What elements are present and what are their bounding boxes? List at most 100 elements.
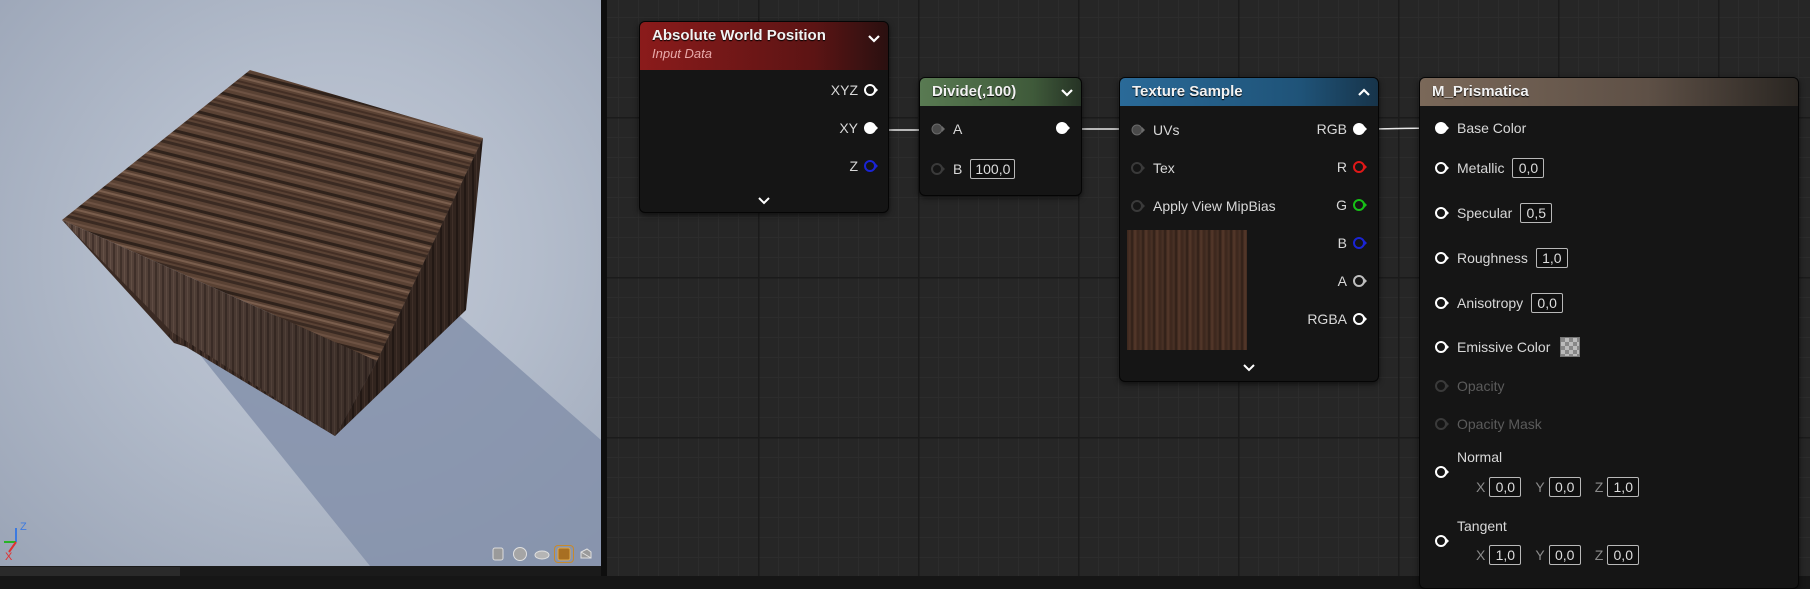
input-opacity: Opacity xyxy=(1435,378,1504,394)
green-channel-pin-icon[interactable] xyxy=(1353,198,1367,212)
viewport-tab[interactable] xyxy=(0,567,180,576)
node-header[interactable]: Texture Sample xyxy=(1120,78,1378,106)
input-pin-icon[interactable] xyxy=(1435,206,1449,220)
normal-y-field[interactable]: 0,0 xyxy=(1548,477,1581,497)
input-base-color[interactable]: Base Color xyxy=(1435,120,1526,136)
blue-channel-pin-icon[interactable] xyxy=(1353,236,1367,250)
output-pin-icon[interactable] xyxy=(1056,121,1070,135)
pin-label: Apply View MipBias xyxy=(1153,198,1276,214)
red-channel-pin-icon[interactable] xyxy=(1353,160,1367,174)
tangent-vector-fields: X 1,0 Y 0,0 Z 0,0 xyxy=(1476,545,1640,565)
expand-chevron-icon[interactable] xyxy=(756,195,772,207)
rgb-pin-icon[interactable] xyxy=(1353,122,1367,136)
input-pin-icon[interactable] xyxy=(1131,199,1145,213)
input-pin-icon[interactable] xyxy=(1435,161,1449,175)
vector-pin-icon[interactable] xyxy=(864,83,878,97)
input-tex[interactable]: Tex xyxy=(1131,160,1175,176)
node-absolute-world-position[interactable]: Absolute World Position Input Data XYZ X… xyxy=(639,21,889,213)
node-texture-sample[interactable]: Texture Sample UVs Tex Apply View MipBia… xyxy=(1119,77,1379,382)
axis-gizmo: Z X xyxy=(2,516,36,563)
sphere-preview-icon[interactable] xyxy=(510,545,530,563)
input-roughness[interactable]: Roughness 1,0 xyxy=(1435,248,1568,268)
output-a[interactable]: A xyxy=(1338,273,1367,289)
input-emissive-color[interactable]: Emissive Color xyxy=(1435,337,1581,357)
vector-pin-icon[interactable] xyxy=(864,121,878,135)
pin-label: Opacity Mask xyxy=(1457,416,1542,432)
disabled-pin-icon xyxy=(1435,380,1449,392)
output-r[interactable]: R xyxy=(1337,159,1367,175)
input-pin-icon[interactable] xyxy=(1435,340,1449,354)
connected-input-pin-icon[interactable] xyxy=(1131,123,1145,137)
input-pin-icon[interactable] xyxy=(1435,251,1449,265)
cube-preview-icon[interactable] xyxy=(554,545,574,563)
normal-z-field[interactable]: 1,0 xyxy=(1607,477,1640,497)
node-title: Texture Sample xyxy=(1132,83,1243,100)
blue-channel-pin-icon[interactable] xyxy=(864,159,878,173)
axis-z-label: Z xyxy=(1594,547,1604,563)
pin-label: Tex xyxy=(1153,160,1175,176)
output-b[interactable]: B xyxy=(1338,235,1367,251)
chevron-down-icon[interactable] xyxy=(1059,84,1075,100)
viewport-status-strip xyxy=(0,566,601,576)
rgba-pin-icon[interactable] xyxy=(1353,312,1367,326)
pin-label: XYZ xyxy=(830,82,858,98)
input-pin-icon[interactable] xyxy=(931,162,945,176)
connected-input-pin-icon[interactable] xyxy=(931,122,945,136)
pin-label: Normal xyxy=(1457,449,1503,465)
pin-label: A xyxy=(1337,273,1347,289)
disabled-pin-icon xyxy=(1435,418,1449,430)
roughness-value-field[interactable]: 1,0 xyxy=(1535,248,1568,268)
input-pin-icon[interactable] xyxy=(1131,161,1145,175)
normal-x-field[interactable]: 0,0 xyxy=(1489,477,1522,497)
node-header[interactable]: Absolute World Position Input Data xyxy=(640,22,888,70)
input-anisotropy[interactable]: Anisotropy 0,0 xyxy=(1435,293,1564,313)
output-xy[interactable]: XY xyxy=(839,120,878,136)
input-metallic[interactable]: Metallic 0,0 xyxy=(1435,158,1545,178)
input-apply-view-mipbias[interactable]: Apply View MipBias xyxy=(1131,198,1276,214)
output-g[interactable]: G xyxy=(1336,197,1367,213)
input-specular[interactable]: Specular 0,5 xyxy=(1435,203,1553,223)
tangent-z-field[interactable]: 0,0 xyxy=(1607,545,1640,565)
metallic-value-field[interactable]: 0,0 xyxy=(1512,158,1545,178)
output-xyz[interactable]: XYZ xyxy=(831,82,878,98)
preview-viewport[interactable]: Z X xyxy=(0,0,601,566)
tangent-x-field[interactable]: 1,0 xyxy=(1489,545,1522,565)
tangent-y-field[interactable]: 0,0 xyxy=(1548,545,1581,565)
input-pin-icon[interactable] xyxy=(1435,465,1449,479)
input-a[interactable]: A xyxy=(931,121,962,137)
node-header[interactable]: Divide(,100) xyxy=(920,78,1081,106)
emissive-color-swatch[interactable] xyxy=(1560,337,1581,357)
input-pin-icon[interactable] xyxy=(1435,534,1449,548)
b-value-field[interactable]: 100,0 xyxy=(970,159,1016,179)
cylinder-preview-icon[interactable] xyxy=(488,545,508,563)
node-material-result[interactable]: M_Prismatica Base Color Metallic 0,0 Spe… xyxy=(1419,77,1799,589)
pin-label: Emissive Color xyxy=(1457,339,1551,355)
axis-x-label: X xyxy=(1476,547,1486,563)
pin-label: Opacity xyxy=(1457,378,1505,394)
output-z[interactable]: Z xyxy=(849,158,878,174)
node-title: Divide(,100) xyxy=(932,83,1017,100)
input-b[interactable]: B 100,0 xyxy=(931,159,1016,179)
pin-label: Z xyxy=(849,158,858,174)
expand-chevron-icon[interactable] xyxy=(1241,362,1257,374)
input-uvs[interactable]: UVs xyxy=(1131,122,1179,138)
input-pin-icon[interactable] xyxy=(1435,296,1449,310)
node-divide[interactable]: Divide(,100) A B 100,0 xyxy=(919,77,1082,196)
connected-input-pin-icon[interactable] xyxy=(1435,121,1449,135)
alpha-channel-pin-icon[interactable] xyxy=(1353,274,1367,288)
pin-label: Tangent xyxy=(1457,518,1507,534)
pin-label: A xyxy=(953,121,963,137)
plane-preview-icon[interactable] xyxy=(532,545,552,563)
chevron-down-icon[interactable] xyxy=(866,30,882,46)
texture-thumbnail xyxy=(1127,230,1247,350)
input-opacity-mask: Opacity Mask xyxy=(1435,416,1542,432)
output-rgb[interactable]: RGB xyxy=(1317,121,1367,137)
pin-label: B xyxy=(953,161,963,177)
teapot-preview-icon[interactable] xyxy=(576,545,596,563)
output-rgba[interactable]: RGBA xyxy=(1307,311,1367,327)
node-header[interactable]: M_Prismatica xyxy=(1420,78,1798,106)
anisotropy-value-field[interactable]: 0,0 xyxy=(1531,293,1564,313)
preview-scene xyxy=(62,70,601,566)
chevron-up-icon[interactable] xyxy=(1356,84,1372,100)
specular-value-field[interactable]: 0,5 xyxy=(1520,203,1553,223)
